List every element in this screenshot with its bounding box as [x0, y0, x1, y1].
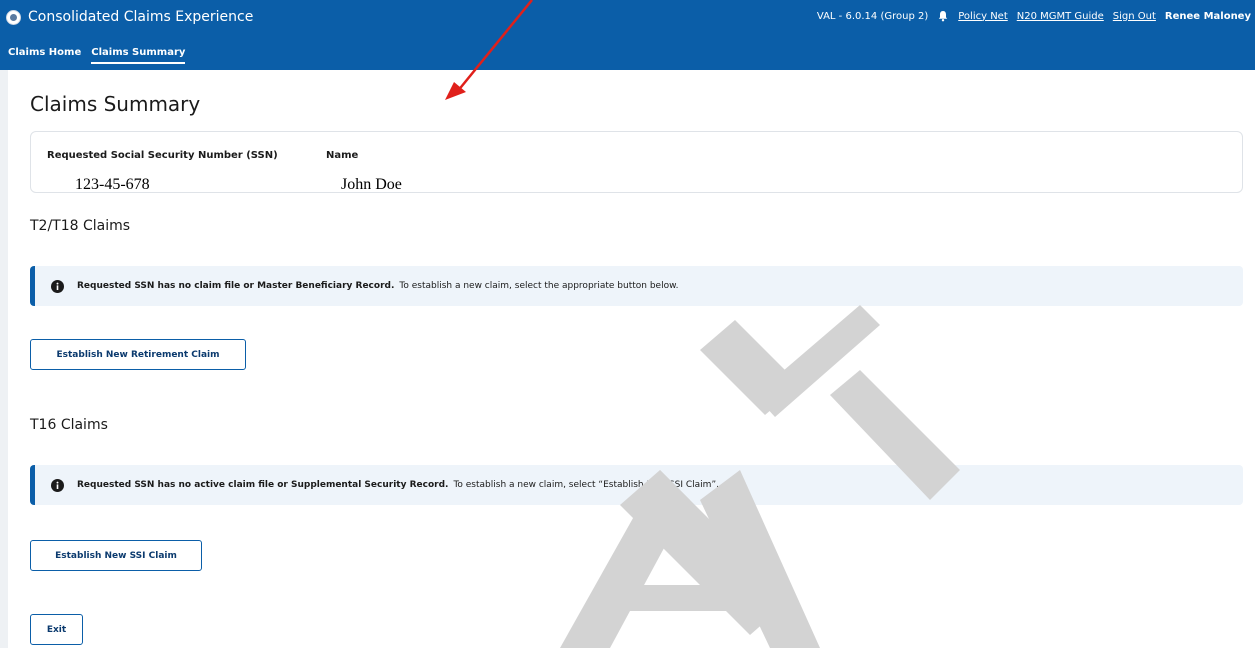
annotation-arrow: [445, 0, 533, 100]
